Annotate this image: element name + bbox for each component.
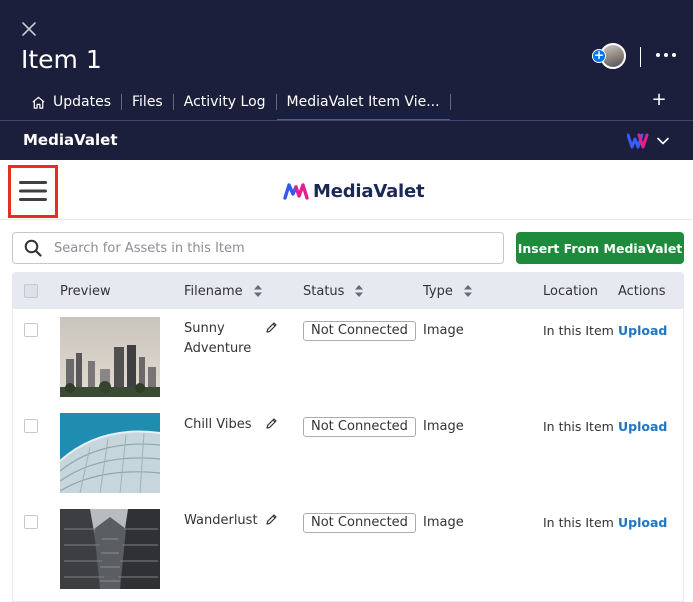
status-badge: Not Connected — [303, 513, 416, 533]
insert-from-mediavalet-button[interactable]: Insert From MediaValet — [516, 232, 684, 264]
upload-link[interactable]: Upload — [618, 323, 667, 338]
table-header: Preview Filename Status Type Location Ac… — [13, 273, 683, 309]
logo-text: MediaValet — [313, 180, 425, 202]
tab-label: Updates — [53, 94, 111, 110]
upload-link[interactable]: Upload — [618, 419, 667, 434]
status-badge: Not Connected — [303, 321, 416, 341]
city-skyline-image — [60, 317, 160, 397]
tab-mediavalet-item-view[interactable]: MediaValet Item Vie... — [276, 84, 450, 121]
asset-location: In this Item — [543, 515, 614, 530]
asset-location: In this Item — [543, 419, 614, 434]
column-label: Actions — [618, 283, 666, 299]
hamburger-menu-icon — [19, 181, 47, 201]
asset-type: Image — [423, 515, 464, 530]
filename: Wanderlust — [184, 513, 258, 528]
asset-type: Image — [423, 419, 464, 434]
column-filename[interactable]: Filename — [184, 273, 263, 309]
asset-thumbnail[interactable] — [60, 413, 160, 493]
more-options-icon[interactable] — [655, 51, 677, 59]
status-badge: Not Connected — [303, 417, 416, 437]
chevron-down-icon — [657, 137, 669, 145]
asset-location: In this Item — [543, 323, 614, 338]
assets-table: Preview Filename Status Type Location Ac… — [12, 272, 684, 602]
pencil-edit-icon[interactable] — [265, 417, 278, 430]
sort-icon — [253, 285, 262, 297]
tab-label: Activity Log — [183, 94, 266, 110]
sort-icon — [463, 285, 472, 297]
tabs-divider — [0, 120, 693, 121]
header-divider — [640, 47, 641, 67]
search-icon — [24, 239, 42, 257]
select-all-checkbox[interactable] — [24, 284, 38, 298]
column-label: Status — [303, 283, 345, 299]
tab-files[interactable]: Files — [122, 84, 173, 120]
select-all-cell — [24, 273, 38, 309]
column-label: Type — [423, 283, 453, 299]
sort-icon — [355, 285, 364, 297]
app-switcher[interactable] — [627, 132, 673, 150]
skyscrapers-image — [60, 509, 160, 589]
asset-thumbnail[interactable] — [60, 509, 160, 589]
item-title[interactable]: Item 1 — [21, 44, 102, 76]
app-header: MediaValet — [0, 160, 693, 220]
add-person-icon: + — [592, 48, 606, 63]
asset-search[interactable] — [12, 232, 504, 264]
column-actions: Actions — [618, 273, 666, 309]
column-location: Location — [543, 273, 598, 309]
app-name: MediaValet — [23, 131, 118, 149]
tab-label: Files — [132, 94, 163, 110]
item-tabs: Updates Files Activity Log MediaValet It… — [21, 84, 451, 121]
home-icon — [32, 96, 45, 109]
menu-button[interactable] — [8, 165, 58, 218]
pencil-edit-icon[interactable] — [265, 513, 278, 526]
column-label: Preview — [60, 283, 111, 299]
tab-separator — [449, 94, 451, 110]
column-status[interactable]: Status — [303, 273, 364, 309]
table-row: Wanderlust Not Connected Image In this I… — [13, 501, 683, 597]
table-row: Sunny Adventure Not Connected Image In t… — [13, 309, 683, 405]
asset-thumbnail[interactable] — [60, 317, 160, 397]
column-label: Filename — [184, 283, 243, 299]
filename: Sunny Adventure — [184, 321, 252, 356]
add-tab-button[interactable]: + — [650, 90, 668, 110]
mediavalet-app-icon — [627, 133, 649, 149]
upload-link[interactable]: Upload — [618, 515, 667, 530]
row-checkbox[interactable] — [24, 419, 38, 433]
tab-label: MediaValet Item Vie... — [286, 94, 440, 110]
mediavalet-logo: MediaValet — [283, 179, 425, 203]
table-row: Chill Vibes Not Connected Image In this … — [13, 405, 683, 501]
tab-activity-log[interactable]: Activity Log — [174, 84, 276, 120]
tab-updates[interactable]: Updates — [21, 84, 121, 120]
close-icon[interactable] — [18, 18, 40, 40]
filename: Chill Vibes — [184, 417, 252, 432]
architecture-facade-image — [60, 413, 160, 493]
search-input[interactable] — [52, 239, 472, 257]
column-label: Location — [543, 283, 598, 299]
row-checkbox[interactable] — [24, 323, 38, 337]
mediavalet-logo-mark-icon — [283, 183, 309, 200]
pencil-edit-icon[interactable] — [265, 321, 278, 334]
column-preview: Preview — [60, 273, 111, 309]
item-header: Item 1 + Updates Files Activity Log Medi… — [0, 0, 693, 160]
invite-avatar[interactable]: + — [592, 43, 628, 71]
row-checkbox[interactable] — [24, 515, 38, 529]
asset-type: Image — [423, 323, 464, 338]
column-type[interactable]: Type — [423, 273, 473, 309]
